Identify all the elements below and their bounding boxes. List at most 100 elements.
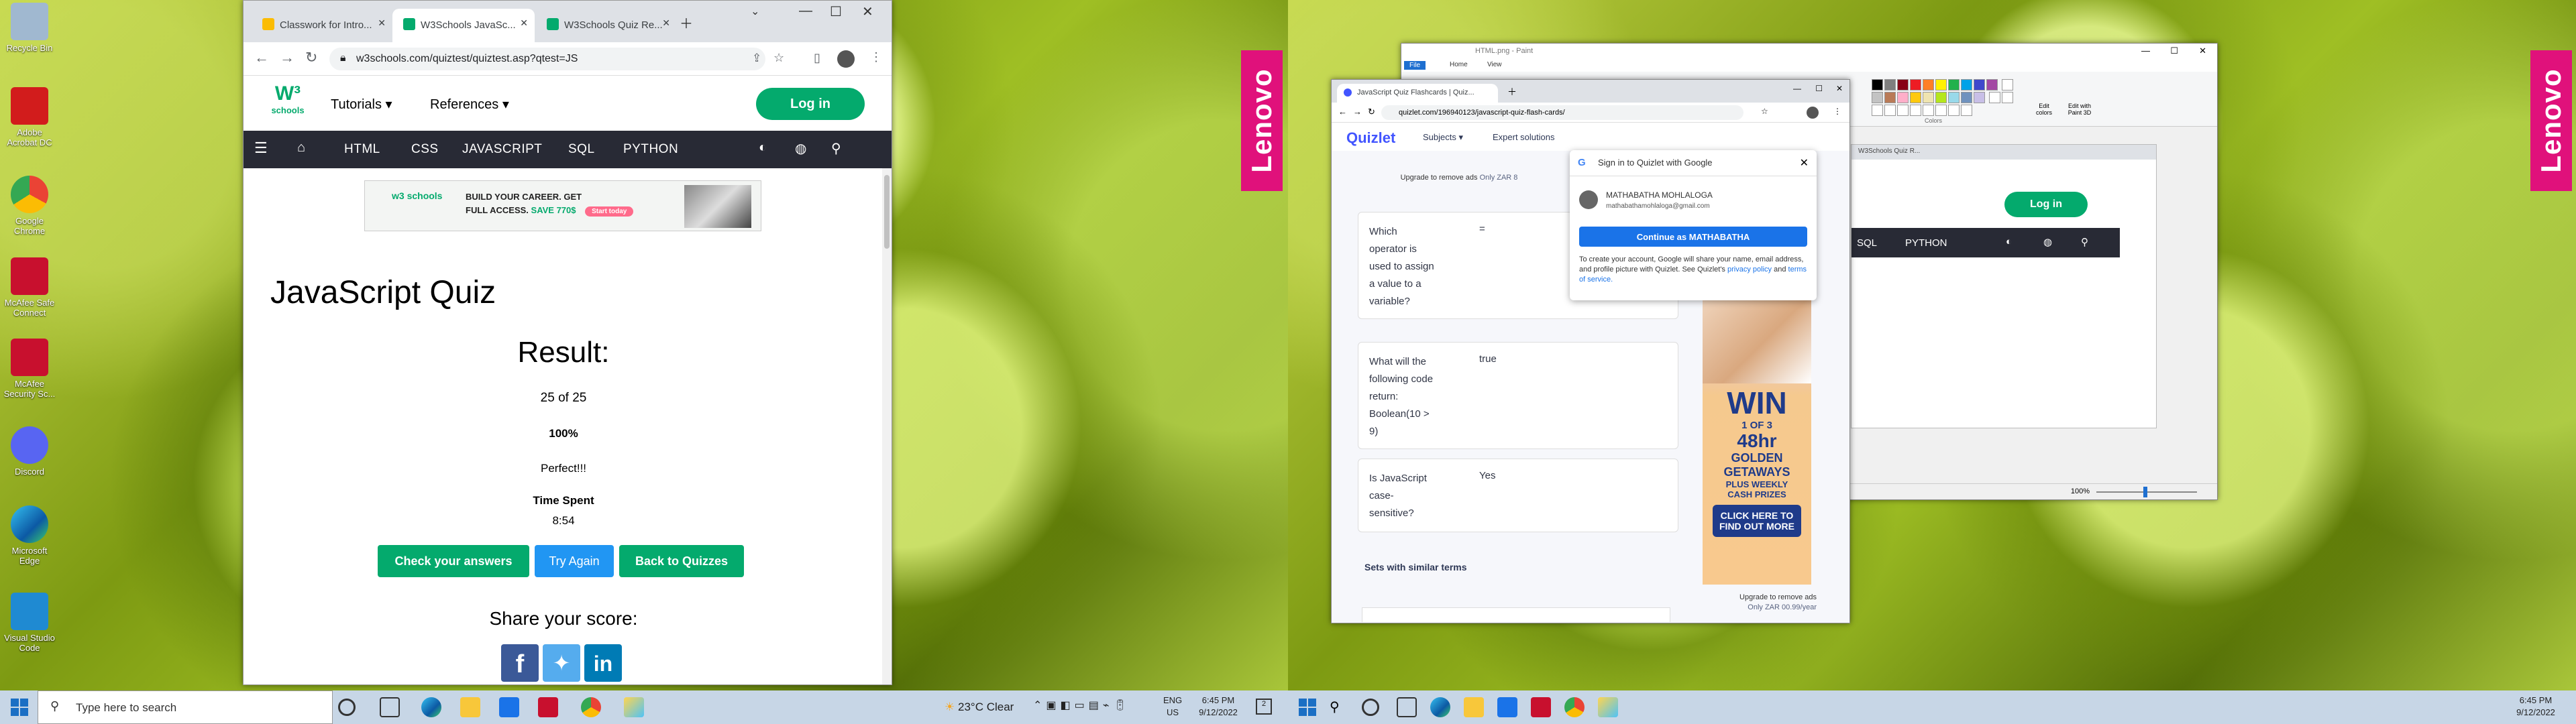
ad-banner[interactable]: w3 schools BUILD YOUR CAREER. GET FULL A… <box>364 180 761 231</box>
hamburger-icon[interactable]: ☰ <box>254 139 268 157</box>
tab-classwork[interactable]: Classwork for Intro... ✕ <box>252 9 392 42</box>
nav-python[interactable]: PYTHON <box>623 142 678 157</box>
clock[interactable]: 6:45 PM 9/12/2022 <box>2509 695 2563 719</box>
ad-start-button[interactable]: Start today <box>585 206 634 217</box>
zoom-thumb[interactable] <box>2143 487 2147 497</box>
nav-css[interactable]: CSS <box>411 142 439 157</box>
share-icon[interactable]: ⇪ <box>752 52 761 65</box>
twitter-icon[interactable]: ✦ <box>543 644 580 682</box>
page-scrollbar[interactable] <box>882 168 892 684</box>
tutorials-menu[interactable]: Tutorials ▾ <box>331 96 392 113</box>
menu-icon[interactable]: ⋮ <box>1833 107 1841 116</box>
taskbar-search-input[interactable]: ⚲ Type here to search <box>38 690 333 724</box>
star-icon[interactable]: ☆ <box>1761 107 1768 116</box>
menu-home[interactable]: Home <box>1450 61 1468 68</box>
nav-html[interactable]: HTML <box>344 142 380 157</box>
mail-icon[interactable] <box>499 697 519 717</box>
new-tab-button[interactable]: ＋ <box>680 13 693 32</box>
language-indicator[interactable]: ENG US <box>1163 695 1182 719</box>
menu-view[interactable]: View <box>1487 61 1502 68</box>
facebook-icon[interactable]: f <box>501 644 539 682</box>
tab-w3-js[interactable]: W3Schools JavaSc... ✕ <box>392 9 535 42</box>
desktop-icon-recycle-bin[interactable]: Recycle Bin <box>3 3 56 53</box>
close-window-button[interactable]: ✕ <box>2199 46 2206 56</box>
quizlet-logo[interactable]: Quizlet <box>1346 129 1395 147</box>
sidebar-ad[interactable]: WIN 1 OF 3 48hr GOLDEN GETAWAYS PLUS WEE… <box>1703 269 1811 585</box>
chevron-down-icon[interactable]: ⌄ <box>751 5 759 18</box>
edge-icon[interactable] <box>1430 697 1450 717</box>
chrome-icon[interactable] <box>1564 697 1585 717</box>
mcafee-icon[interactable] <box>1531 697 1551 717</box>
maximize-button[interactable]: ☐ <box>2170 46 2178 56</box>
home-icon[interactable]: ⌂ <box>297 140 306 156</box>
search-icon[interactable]: ⚲ <box>1330 699 1340 715</box>
paint-icon[interactable] <box>1598 697 1618 717</box>
close-icon[interactable]: ✕ <box>662 17 670 29</box>
file-explorer-icon[interactable] <box>1464 697 1484 717</box>
clock[interactable]: 6:45 PM 9/12/2022 <box>1191 695 1245 719</box>
references-menu[interactable]: References ▾ <box>430 96 509 113</box>
maximize-button[interactable]: ☐ <box>830 3 842 20</box>
reload-icon[interactable]: ↻ <box>1368 107 1375 117</box>
task-view-icon[interactable] <box>1397 697 1417 717</box>
menu-file[interactable]: File <box>1404 61 1426 70</box>
forward-icon[interactable]: → <box>280 49 294 66</box>
menu-icon[interactable]: ⋮ <box>870 50 882 64</box>
check-answers-button[interactable]: Check your answers <box>378 545 529 577</box>
paint-canvas[interactable]: W3Schools Quiz R... Log in SQL PYTHON ◐ ◍… <box>1851 144 2157 428</box>
contrast-icon[interactable]: ◐ <box>759 140 767 156</box>
tab-quizlet[interactable]: JavaScript Quiz Flashcards | Quiz... <box>1337 84 1498 103</box>
avatar[interactable] <box>1807 107 1819 119</box>
file-explorer-icon[interactable] <box>460 697 480 717</box>
close-icon[interactable]: ✕ <box>1800 156 1809 170</box>
color-palette[interactable] <box>1871 78 2025 117</box>
start-button[interactable] <box>11 699 28 716</box>
minimize-button[interactable]: — <box>799 3 812 19</box>
paint3d-button[interactable]: Edit with Paint 3D <box>2063 103 2096 116</box>
sidebar-icon[interactable]: ▯ <box>814 51 820 65</box>
chrome-icon[interactable] <box>581 697 601 717</box>
scroll-thumb[interactable] <box>884 175 890 249</box>
avatar[interactable] <box>837 50 855 68</box>
try-again-button[interactable]: Try Again <box>535 545 614 577</box>
w3schools-logo[interactable]: W³ schools <box>268 82 308 124</box>
search-icon[interactable]: ⚲ <box>831 140 841 157</box>
nav-expert[interactable]: Expert solutions <box>1493 132 1555 142</box>
star-icon[interactable]: ☆ <box>773 51 784 65</box>
close-window-button[interactable]: ✕ <box>1836 84 1843 93</box>
forward-icon[interactable]: → <box>1353 107 1362 117</box>
new-tab-button[interactable]: ＋ <box>1507 85 1517 99</box>
desktop-icon-discord[interactable]: Discord <box>3 426 56 477</box>
desktop-icon-edge[interactable]: Microsoft Edge <box>3 505 56 566</box>
nav-javascript[interactable]: JAVASCRIPT <box>462 142 542 157</box>
zoom-slider[interactable] <box>2096 487 2197 497</box>
url-field[interactable]: quizlet.com/196940123/javascript-quiz-fl… <box>1381 105 1743 120</box>
close-icon[interactable]: ✕ <box>378 17 386 29</box>
back-icon[interactable]: ← <box>254 49 269 66</box>
back-icon[interactable]: ← <box>1338 107 1347 117</box>
desktop-icon-vscode[interactable]: Visual Studio Code <box>3 593 56 653</box>
login-button[interactable]: Log in <box>756 88 865 120</box>
tray-icons[interactable]: ⌃▣◧▭▤⌁🔋︎ <box>1033 699 1131 712</box>
minimize-button[interactable]: — <box>2141 46 2150 56</box>
notification-icon[interactable]: 2 <box>1256 699 1272 715</box>
nav-subjects[interactable]: Subjects ▾ <box>1423 132 1463 143</box>
continue-button[interactable]: Continue as MATHABATHA <box>1579 227 1807 247</box>
paint-icon[interactable] <box>624 697 644 717</box>
ad-cta-button[interactable]: CLICK HERE TO FIND OUT MORE <box>1713 505 1801 537</box>
privacy-link[interactable]: privacy policy <box>1727 265 1772 274</box>
linkedin-icon[interactable]: in <box>584 644 622 682</box>
edit-colors-button[interactable]: Edit colors <box>2031 103 2057 116</box>
mail-icon[interactable] <box>1497 697 1517 717</box>
cortana-icon[interactable] <box>338 699 356 716</box>
reload-icon[interactable]: ↻ <box>305 49 317 66</box>
mcafee-icon[interactable] <box>538 697 558 717</box>
nav-sql[interactable]: SQL <box>568 142 595 157</box>
close-window-button[interactable]: ✕ <box>862 3 873 20</box>
similar-set-card[interactable] <box>1362 607 1670 622</box>
task-view-icon[interactable] <box>380 697 400 717</box>
cortana-icon[interactable] <box>1362 699 1379 716</box>
tab-w3-quiz[interactable]: W3Schools Quiz Re... ✕ <box>536 9 677 42</box>
edge-icon[interactable] <box>421 697 441 717</box>
desktop-icon-acrobat[interactable]: Adobe Acrobat DC <box>3 87 56 147</box>
